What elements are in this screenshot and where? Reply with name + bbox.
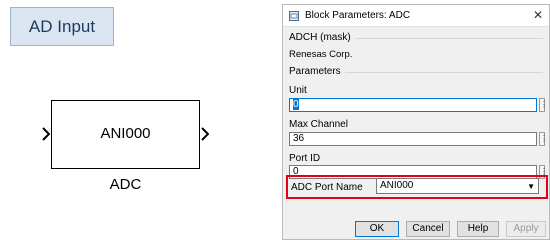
mask-header: ADCH (mask) — [289, 32, 355, 43]
dialog-titlebar[interactable]: Block Parameters: ADC ✕ — [283, 5, 549, 27]
ad-input-annotation[interactable]: AD Input — [10, 7, 114, 46]
cancel-button[interactable]: Cancel — [406, 221, 450, 237]
ad-input-label: AD Input — [28, 16, 96, 36]
adc-port-label: ADC Port Name — [291, 182, 363, 193]
vendor-text: Renesas Corp. — [289, 49, 353, 60]
dropdown-arrow-icon: ▼ — [527, 182, 535, 191]
output-port-icon — [201, 127, 209, 141]
unit-field[interactable]: 0 — [289, 98, 537, 112]
input-port-icon — [42, 127, 50, 141]
max-channel-label: Max Channel — [289, 119, 348, 130]
max-channel-more-button[interactable]: ⋮ — [539, 132, 548, 146]
unit-value: 0 — [293, 99, 299, 110]
close-button[interactable]: ✕ — [531, 8, 545, 22]
dialog-title: Block Parameters: ADC — [305, 10, 411, 21]
port-id-label: Port ID — [289, 153, 321, 164]
block-parameters-dialog: Block Parameters: ADC ✕ ADCH (mask) Rene… — [282, 4, 550, 240]
adc-block[interactable]: ANI000 — [51, 100, 200, 169]
adc-block-text: ANI000 — [100, 125, 151, 142]
ok-button[interactable]: OK — [355, 221, 399, 237]
close-icon: ✕ — [532, 8, 544, 22]
help-button[interactable]: Help — [457, 221, 499, 237]
max-channel-value: 36 — [293, 133, 305, 144]
unit-more-button[interactable]: ⋮ — [539, 98, 548, 112]
simulink-block-icon — [289, 11, 299, 21]
unit-label: Unit — [289, 85, 307, 96]
apply-button[interactable]: Apply — [506, 221, 546, 237]
adc-port-select[interactable]: ANI000 ▼ — [376, 178, 539, 194]
max-channel-field[interactable]: 36 — [289, 132, 537, 146]
adc-block-name[interactable]: ADC — [51, 176, 200, 193]
parameters-header: Parameters — [289, 66, 345, 77]
adc-port-value: ANI000 — [380, 180, 414, 191]
